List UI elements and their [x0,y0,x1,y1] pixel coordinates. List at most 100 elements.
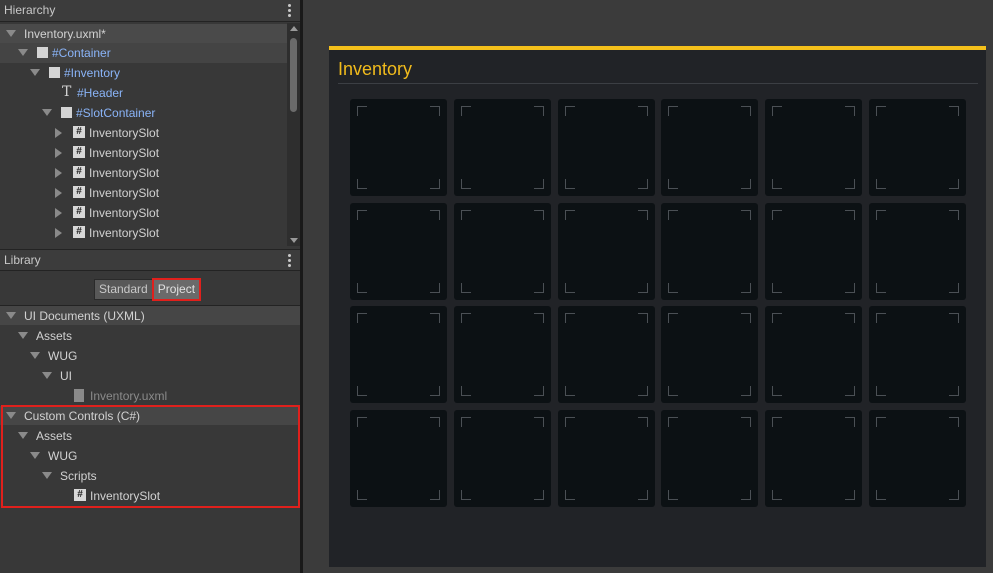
expand-arrow-icon[interactable] [18,332,28,339]
inventory-slot[interactable] [765,203,862,300]
library-item-uxml[interactable]: Inventory.uxml [0,386,300,406]
inventory-slot[interactable] [765,99,862,196]
expand-arrow-icon[interactable] [42,372,52,379]
inventory-slot[interactable] [454,203,551,300]
expand-arrow-icon[interactable] [30,352,40,359]
scroll-down-icon[interactable] [290,238,298,243]
inventory-slot[interactable] [661,203,758,300]
slot-corner-bracket [876,417,886,427]
slot-corner-bracket [565,417,575,427]
slot-corner-bracket [876,313,886,323]
slot-corner-bracket [357,386,367,396]
left-panel: Hierarchy Inventory.uxml* #Container #In… [0,0,300,573]
inventory-canvas[interactable]: Inventory [329,46,986,567]
slot-corner-bracket [534,386,544,396]
slot-corner-bracket [638,210,648,220]
tree-row-slot[interactable]: # InventorySlot [0,123,287,143]
tree-row-document[interactable]: Inventory.uxml* [0,24,287,44]
slot-corner-bracket [565,490,575,500]
scroll-up-icon[interactable] [290,26,298,31]
tab-standard[interactable]: Standard [94,279,153,300]
slot-corner-bracket [357,490,367,500]
folder-label: WUG [48,349,78,363]
library-folder-assets[interactable]: Assets [0,326,300,346]
slot-corner-bracket [565,386,575,396]
element-label: InventorySlot [89,166,160,180]
inventory-slot[interactable] [869,410,966,507]
inventory-slot[interactable] [454,410,551,507]
element-label: InventorySlot [89,146,160,160]
tree-row-slot[interactable]: # InventorySlot [0,223,287,243]
slot-corner-bracket [741,490,751,500]
tree-row-container[interactable]: #Container [0,43,287,63]
slot-corner-bracket [430,386,440,396]
inventory-slot[interactable] [558,306,655,403]
inventory-slot[interactable] [454,99,551,196]
ui-documents-section-header[interactable]: UI Documents (UXML) [0,306,300,325]
slot-corner-bracket [461,106,471,116]
custom-control-icon: # [73,226,85,238]
tree-row-slot[interactable]: # InventorySlot [0,143,287,163]
inventory-slot[interactable] [765,306,862,403]
library-folder-ui[interactable]: UI [0,366,300,386]
scrollbar-thumb[interactable] [290,38,297,112]
element-label: InventorySlot [89,206,160,220]
expand-arrow-icon[interactable] [6,30,16,37]
slot-corner-bracket [565,313,575,323]
collapse-arrow-icon[interactable] [55,208,62,218]
folder-label: Assets [36,329,73,343]
expand-arrow-icon[interactable] [42,109,52,116]
slot-corner-bracket [357,106,367,116]
tree-row-inventory[interactable]: #Inventory [0,63,287,83]
slot-corner-bracket [430,283,440,293]
slot-corner-bracket [668,417,678,427]
collapse-arrow-icon[interactable] [55,228,62,238]
tree-row-slotcontainer[interactable]: #SlotContainer [0,103,287,123]
expand-arrow-icon[interactable] [6,312,16,319]
inventory-slot[interactable] [869,99,966,196]
tab-project[interactable]: Project [151,278,202,301]
library-menu-icon[interactable] [288,254,292,268]
tree-row-slot-partial[interactable]: # [0,243,287,246]
slot-corner-bracket [772,490,782,500]
inventory-slot[interactable] [350,203,447,300]
expand-arrow-icon[interactable] [18,49,28,56]
library-folder-wug[interactable]: WUG [0,346,300,366]
inventory-slot[interactable] [869,306,966,403]
expand-arrow-icon[interactable] [30,69,40,76]
collapse-arrow-icon[interactable] [55,188,62,198]
tree-row-slot[interactable]: # InventorySlot [0,203,287,223]
element-label: #Header [77,86,124,100]
inventory-slot[interactable] [661,410,758,507]
inventory-slot[interactable] [350,410,447,507]
inventory-slot[interactable] [869,203,966,300]
slot-corner-bracket [430,179,440,189]
inventory-slot[interactable] [454,306,551,403]
file-label: Inventory.uxml [90,389,168,403]
inventory-slot[interactable] [350,306,447,403]
inventory-slot[interactable] [558,99,655,196]
collapse-arrow-icon[interactable] [55,148,62,158]
inventory-slot[interactable] [558,203,655,300]
slot-corner-bracket [876,106,886,116]
inventory-slot[interactable] [350,99,447,196]
slot-corner-bracket [772,179,782,189]
tree-row-slot[interactable]: # InventorySlot [0,163,287,183]
inventory-slot[interactable] [765,410,862,507]
inventory-slot[interactable] [661,99,758,196]
slot-corner-bracket [949,417,959,427]
element-label: #Inventory [64,66,121,80]
collapse-arrow-icon[interactable] [55,128,62,138]
slot-corner-bracket [638,283,648,293]
inventory-slot[interactable] [558,410,655,507]
uxml-file-icon [74,389,84,402]
slot-corner-bracket [949,179,959,189]
hierarchy-menu-icon[interactable] [288,4,292,18]
hierarchy-scrollbar[interactable] [287,23,300,246]
tree-row-slot[interactable]: # InventorySlot [0,183,287,203]
slot-corner-bracket [534,490,544,500]
inventory-slot[interactable] [661,306,758,403]
collapse-arrow-icon[interactable] [55,168,62,178]
library-title: Library [4,253,41,267]
tree-row-header[interactable]: T #Header [0,83,287,103]
